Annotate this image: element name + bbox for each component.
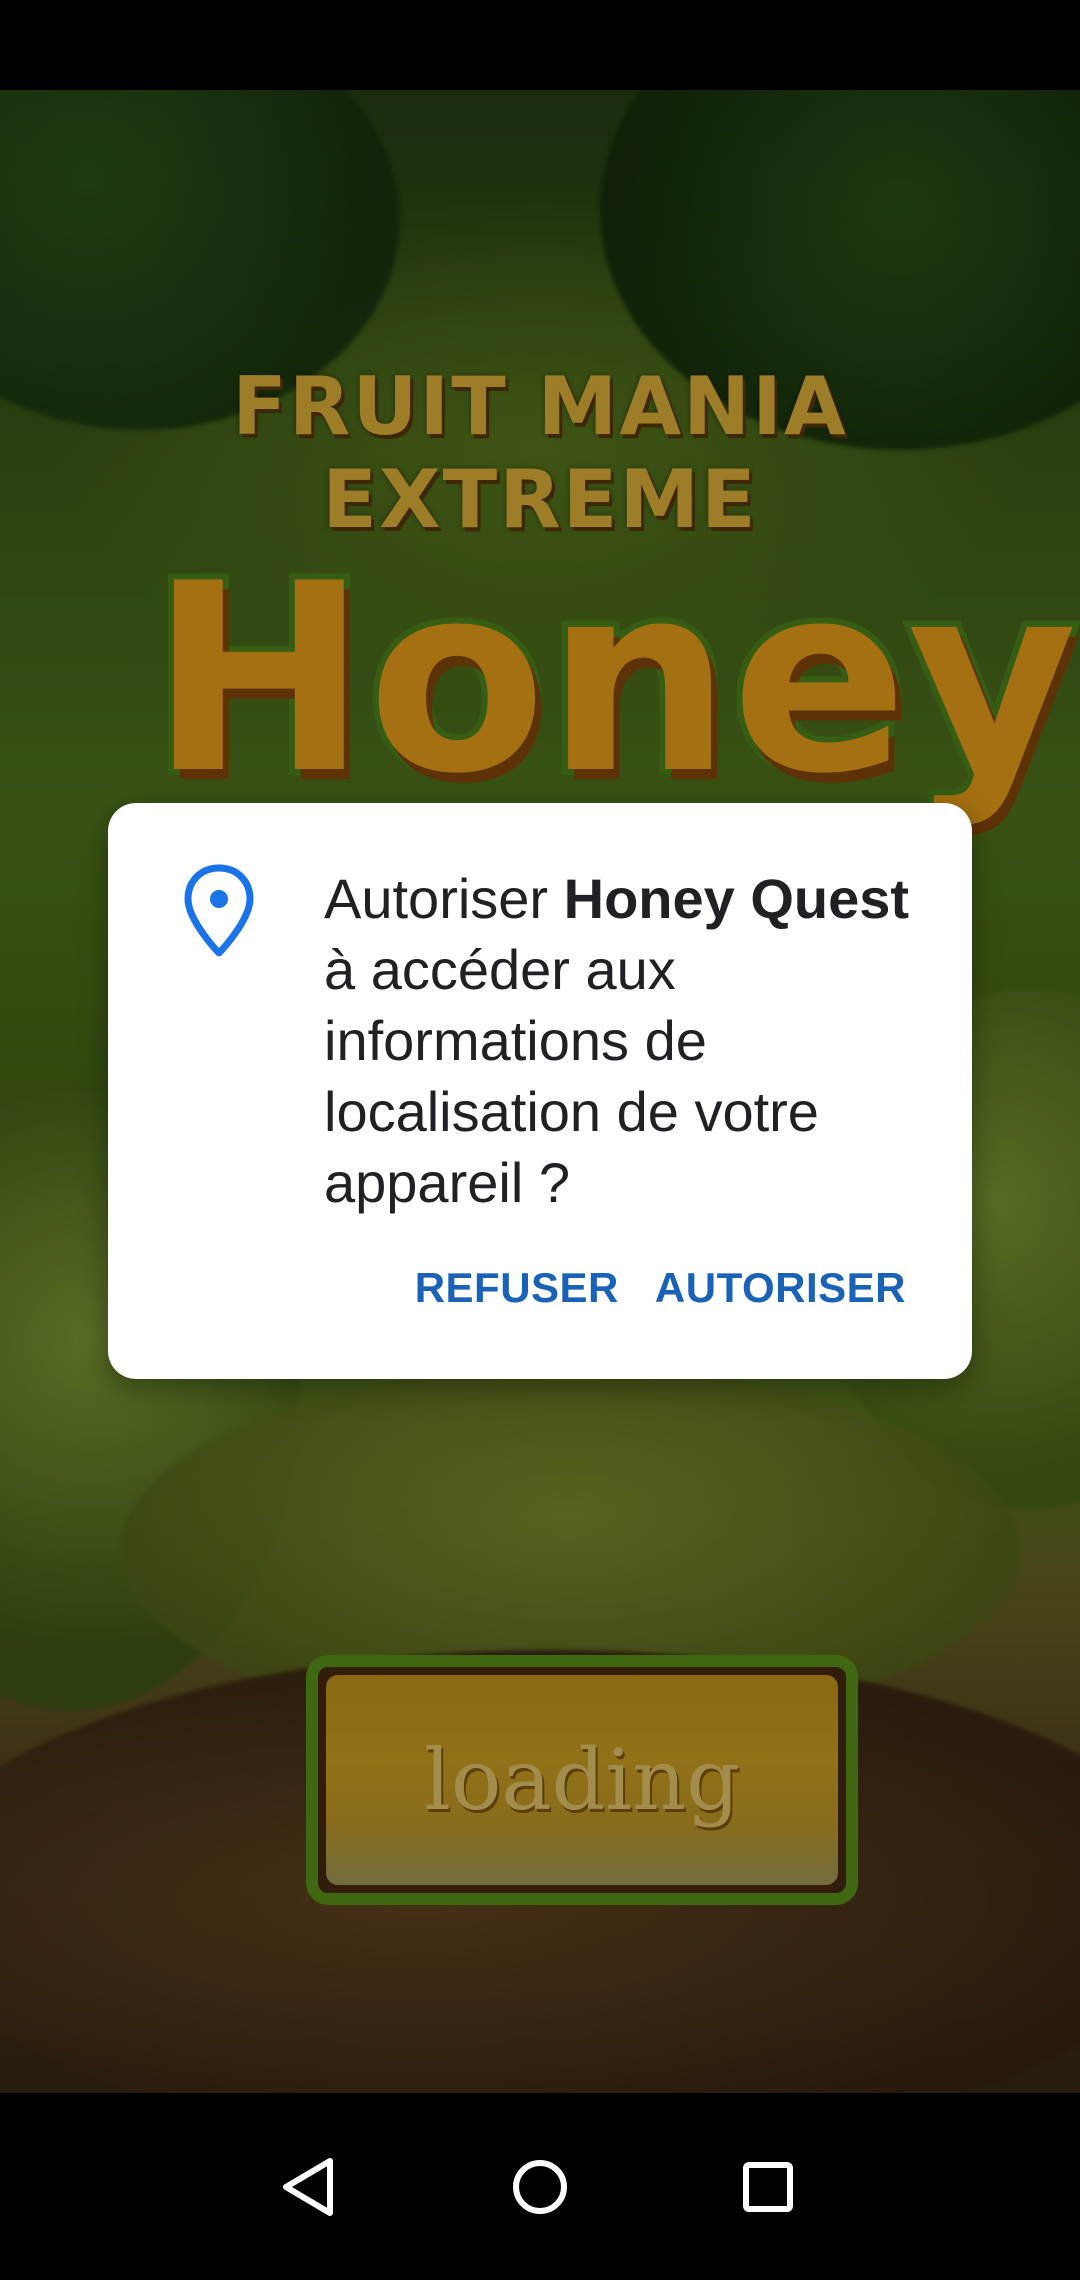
recents-square-icon[interactable] (732, 2151, 804, 2223)
message-prefix: Autoriser (324, 867, 564, 930)
home-circle-icon[interactable] (504, 2151, 576, 2223)
permission-message: Autoriser Honey Quest à accéder aux info… (324, 863, 924, 1218)
message-suffix: à accéder aux informations de localisati… (324, 938, 819, 1214)
back-triangle-icon[interactable] (272, 2151, 344, 2223)
navigation-bar (0, 2093, 1080, 2280)
allow-button[interactable]: AUTORISER (655, 1258, 906, 1318)
deny-button[interactable]: REFUSER (415, 1258, 619, 1318)
status-bar (0, 0, 1080, 90)
screen: FRUIT MANIA EXTREME Honey loading Autori… (0, 0, 1080, 2280)
location-permission-dialog: Autoriser Honey Quest à accéder aux info… (108, 803, 972, 1379)
app-name: Honey Quest (563, 867, 910, 930)
dialog-actions: REFUSER AUTORISER (415, 1258, 906, 1318)
location-pin-icon (182, 863, 256, 959)
